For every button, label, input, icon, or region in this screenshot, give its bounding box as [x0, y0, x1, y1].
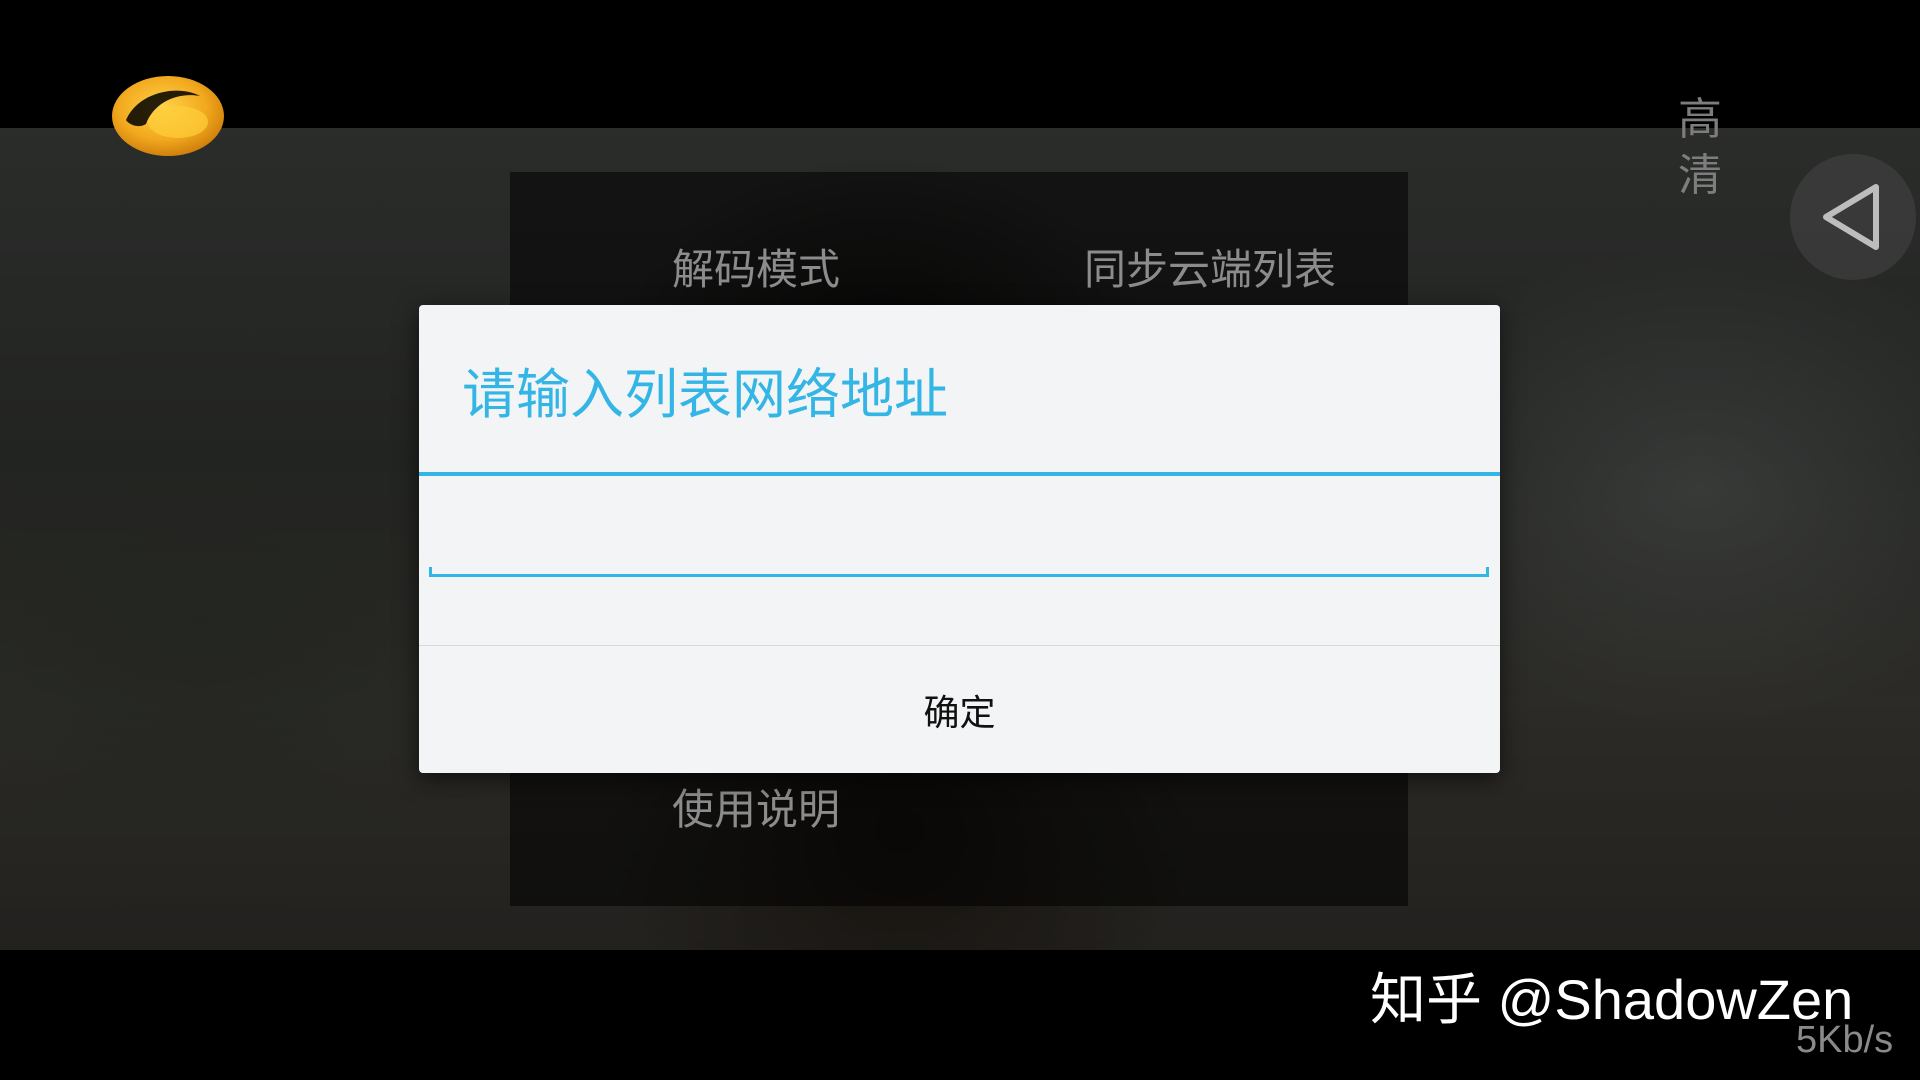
menu-item-sync-cloud-list[interactable]: 同步云端列表	[1084, 242, 1336, 298]
channel-logo-icon	[108, 70, 226, 158]
top-letterbox	[0, 0, 1920, 128]
menu-item-decode-mode[interactable]: 解码模式	[672, 242, 840, 298]
dialog-title: 请输入列表网络地址	[462, 363, 948, 426]
menu-item-instructions[interactable]: 使用说明	[672, 782, 840, 838]
watermark: 知乎 @ShadowZen	[1370, 968, 1854, 1031]
input-underline	[429, 567, 1489, 577]
network-speed: 5Kb/s	[1796, 1019, 1894, 1061]
url-input-dialog: 请输入列表网络地址 确定	[419, 305, 1500, 773]
quality-label[interactable]: 高 清	[1678, 92, 1808, 201]
url-input[interactable]	[429, 495, 1489, 575]
back-triangle-icon	[1823, 184, 1879, 250]
back-button[interactable]	[1790, 154, 1916, 280]
title-divider	[419, 472, 1500, 476]
confirm-button[interactable]: 确定	[419, 646, 1500, 773]
